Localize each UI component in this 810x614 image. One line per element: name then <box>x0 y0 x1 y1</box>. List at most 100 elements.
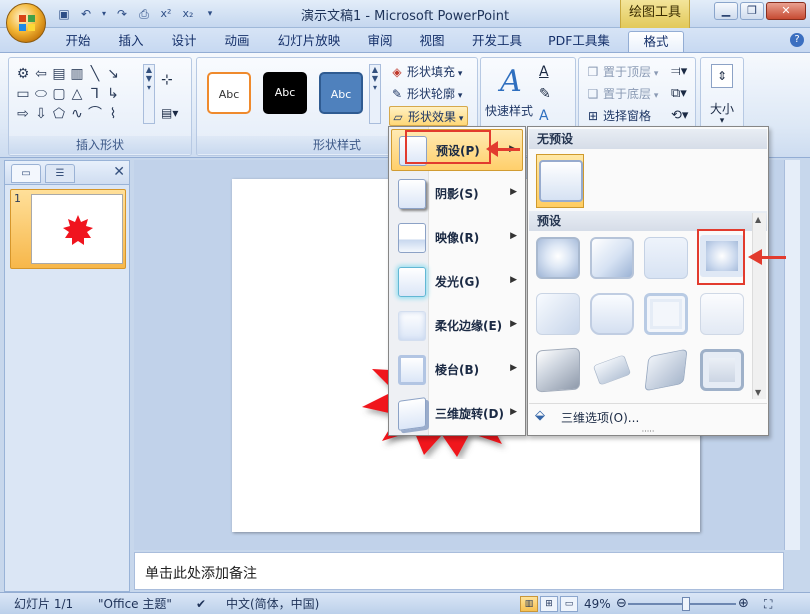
preset-option-3[interactable] <box>644 237 688 279</box>
tab-slideshow[interactable]: 幻灯片放映 <box>270 31 348 53</box>
slideshow-view-button[interactable]: ▭ <box>560 596 578 612</box>
textbox-shape-icon[interactable]: ▤ <box>50 64 68 84</box>
close-pane-icon[interactable]: ✕ <box>113 164 125 180</box>
shape-styles-gallery-scroll[interactable]: ▲ ▼ ▾ <box>369 64 381 124</box>
menu-item-glow[interactable]: 发光(G) ▶ <box>391 261 523 303</box>
send-to-back-button[interactable]: ❑ 置于底层 ▾ <box>585 84 659 104</box>
restore-button[interactable]: ❐ <box>740 2 764 20</box>
submenu-arrow-icon: ▶ <box>510 187 517 197</box>
rounded-rect-shape-icon[interactable]: ▢ <box>50 84 68 104</box>
curve-shape-icon[interactable]: ∿ <box>68 104 86 124</box>
selection-pane-button[interactable]: ⊞ 选择窗格 <box>585 106 651 126</box>
quick-styles-button[interactable]: 快速样式 <box>485 102 533 119</box>
edit-shape-icon[interactable]: ⊹ <box>161 72 173 88</box>
arrow-right-shape-icon[interactable]: ⇨ <box>14 104 32 124</box>
tab-pdf-tools[interactable]: PDF工具集 <box>542 31 616 53</box>
rectangle-shape-icon[interactable]: ▭ <box>14 84 32 104</box>
arc-shape-icon[interactable]: ⌒ <box>86 104 104 124</box>
resize-grip[interactable]: ····· <box>528 428 768 436</box>
preset-option-7[interactable] <box>644 293 688 335</box>
shape-effects-button[interactable]: ▱ 形状效果 ▾ <box>389 106 469 126</box>
spellcheck-icon[interactable]: ✔ <box>196 596 206 612</box>
tab-home[interactable]: 开始 <box>58 31 98 53</box>
slides-tab[interactable]: ▭ <box>11 164 41 183</box>
shapes-gallery-scroll[interactable]: ▲ ▼ ▾ <box>143 64 155 124</box>
preset-gallery-scrollbar[interactable]: ▲ ▼ <box>752 213 766 399</box>
pentagon-shape-icon[interactable]: ⬠ <box>50 104 68 124</box>
arrow-down-shape-icon[interactable]: ⇩ <box>32 104 50 124</box>
tab-design[interactable]: 设计 <box>164 31 204 53</box>
tab-insert[interactable]: 插入 <box>111 31 151 53</box>
scroll-down-icon[interactable]: ▼ <box>755 388 761 397</box>
size-dropdown-icon[interactable]: ▾ <box>701 116 743 126</box>
zoom-out-icon[interactable]: ⊖ <box>616 596 627 612</box>
textbox-dropdown-icon[interactable]: ▤▾ <box>161 106 178 120</box>
help-icon[interactable]: ? <box>790 33 804 47</box>
outline-tab[interactable]: ☰ <box>45 164 75 183</box>
bring-to-front-label: 置于顶层 <box>603 65 652 79</box>
zoom-slider-thumb[interactable] <box>682 597 690 611</box>
preset-option-10[interactable] <box>592 354 632 386</box>
slide-thumbnail-selected[interactable]: 1 <box>10 189 126 269</box>
tab-review[interactable]: 审阅 <box>360 31 400 53</box>
menu-item-3d-rotation[interactable]: 三维旋转(D) ▶ <box>391 393 523 435</box>
shape-style-black-fill[interactable]: Abc <box>263 72 307 114</box>
tab-developer[interactable]: 开发工具 <box>466 31 528 53</box>
vertical-scrollbar[interactable] <box>784 160 800 550</box>
group-icon[interactable]: ⧉▾ <box>671 86 687 101</box>
fit-to-window-icon[interactable]: ⛶ <box>764 596 772 612</box>
gear-icon[interactable]: ⚙ <box>14 64 32 84</box>
preset-option-1[interactable] <box>536 237 580 279</box>
size-button[interactable]: 大小 <box>701 100 743 117</box>
minimize-button[interactable]: ▁ <box>714 2 738 20</box>
slide-thumbnail[interactable] <box>31 194 123 264</box>
shape-fill-button[interactable]: ◈ 形状填充 ▾ <box>389 62 462 82</box>
preset-option-5[interactable] <box>536 293 580 335</box>
bevel-icon <box>398 355 426 385</box>
zoom-level[interactable]: 49% <box>584 596 611 612</box>
size-icon[interactable]: ⇕ <box>711 64 733 88</box>
preset-option-8[interactable] <box>700 293 744 335</box>
preset-option-11[interactable] <box>644 348 688 392</box>
slide-sorter-view-button[interactable]: ⊞ <box>540 596 558 612</box>
text-fill-icon[interactable]: A <box>539 64 549 80</box>
scroll-up-icon[interactable]: ▲ <box>755 215 761 224</box>
menu-item-reflection[interactable]: 映像(R) ▶ <box>391 217 523 259</box>
text-effects-icon[interactable]: A <box>539 108 549 124</box>
no-preset-option[interactable] <box>536 154 584 208</box>
menu-item-shadow[interactable]: 阴影(S) ▶ <box>391 173 523 215</box>
preset-option-9[interactable] <box>536 347 580 393</box>
tab-animations[interactable]: 动画 <box>217 31 257 53</box>
shape-style-blue-fill[interactable]: Abc <box>319 72 363 114</box>
elbow-connector-shape-icon[interactable]: ⅂ <box>86 84 104 104</box>
shape-style-orange-outline[interactable]: Abc <box>207 72 251 114</box>
arrow-line-shape-icon[interactable]: ↘ <box>104 64 122 84</box>
triangle-shape-icon[interactable]: △ <box>68 84 86 104</box>
tab-view[interactable]: 视图 <box>412 31 452 53</box>
elbow-arrow-shape-icon[interactable]: ↳ <box>104 84 122 104</box>
normal-view-button[interactable]: ▥ <box>520 596 538 612</box>
oval-shape-icon[interactable]: ⬭ <box>32 84 50 104</box>
line-shape-icon[interactable]: ╲ <box>86 64 104 84</box>
office-button[interactable] <box>6 3 46 43</box>
close-button[interactable]: ✕ <box>766 2 806 20</box>
tab-format[interactable]: 格式 <box>628 31 684 53</box>
notes-pane[interactable]: 单击此处添加备注 <box>134 552 784 590</box>
bring-to-front-button[interactable]: ❒ 置于顶层 ▾ <box>585 62 659 82</box>
shape-outline-button[interactable]: ✎ 形状轮廓 ▾ <box>389 84 462 104</box>
rotate-icon[interactable]: ⟲▾ <box>671 108 688 123</box>
align-icon[interactable]: ⫤▾ <box>671 64 687 79</box>
preset-option-12[interactable] <box>700 349 744 391</box>
preset-option-2[interactable] <box>590 237 634 279</box>
3d-options-item[interactable]: ⬙ 三维选项(O)... <box>529 403 767 429</box>
text-outline-icon[interactable]: ✎ <box>539 86 551 102</box>
preset-header: 预设 <box>529 211 767 231</box>
menu-item-soft-edges[interactable]: 柔化边缘(E) ▶ <box>391 305 523 347</box>
wordart-a-icon[interactable]: A <box>493 64 529 100</box>
vertical-textbox-shape-icon[interactable]: ▥ <box>68 64 86 84</box>
arrow-left-shape-icon[interactable]: ⇦ <box>32 64 50 84</box>
preset-option-6[interactable] <box>590 293 634 335</box>
zoom-in-icon[interactable]: ⊕ <box>738 596 749 612</box>
freeform-shape-icon[interactable]: ⌇ <box>104 104 122 124</box>
menu-item-bevel[interactable]: 棱台(B) ▶ <box>391 349 523 391</box>
